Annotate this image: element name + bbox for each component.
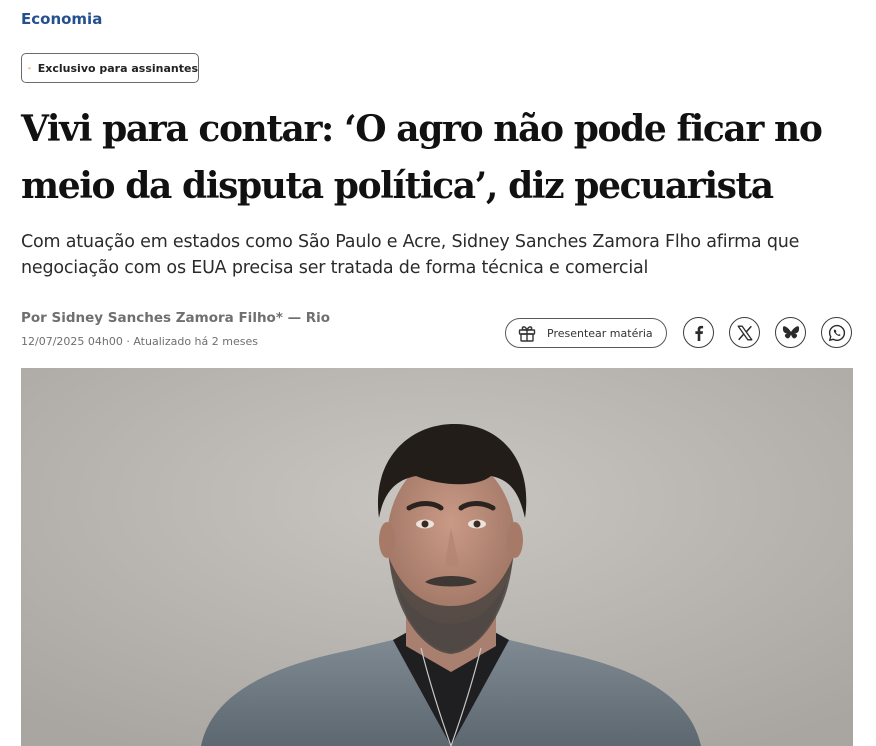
whatsapp-icon	[828, 324, 845, 341]
article-subtitle: Com atuação em estados como São Paulo e …	[21, 229, 861, 281]
section-link-economia[interactable]: Economia	[21, 10, 102, 28]
share-facebook-button[interactable]	[683, 317, 714, 348]
portrait-photo	[21, 368, 853, 746]
author-byline: Por Sidney Sanches Zamora Filho* — Rio	[21, 310, 331, 326]
badge-label: Exclusivo para assinantes	[37, 61, 198, 75]
subtitle-line: negociação com os EUA precisa ser tratad…	[21, 258, 649, 278]
crown-icon	[28, 67, 31, 70]
article-headline: Vivi para contar: ‘O agro não pode ficar…	[21, 101, 861, 215]
article-main-photo	[21, 368, 853, 746]
headline-line: meio da disputa política’, diz pecuarist…	[21, 165, 774, 207]
share-whatsapp-button[interactable]	[821, 317, 852, 348]
subscriber-exclusive-badge: Exclusivo para assinantes	[21, 53, 199, 83]
gift-article-button[interactable]: Presentear matéria	[505, 318, 667, 348]
publish-dateline: 12/07/2025 04h00 · Atualizado há 2 meses	[21, 335, 258, 348]
subtitle-line: Com atuação em estados como São Paulo e …	[21, 232, 800, 252]
bluesky-icon	[782, 325, 799, 338]
x-icon	[737, 325, 752, 340]
gift-article-label: Presentear matéria	[547, 326, 653, 340]
share-bluesky-button[interactable]	[775, 317, 806, 348]
headline-line: Vivi para contar: ‘O agro não pode ficar…	[21, 108, 823, 150]
facebook-icon	[694, 325, 703, 341]
gift-icon	[518, 326, 536, 342]
share-x-button[interactable]	[729, 317, 760, 348]
